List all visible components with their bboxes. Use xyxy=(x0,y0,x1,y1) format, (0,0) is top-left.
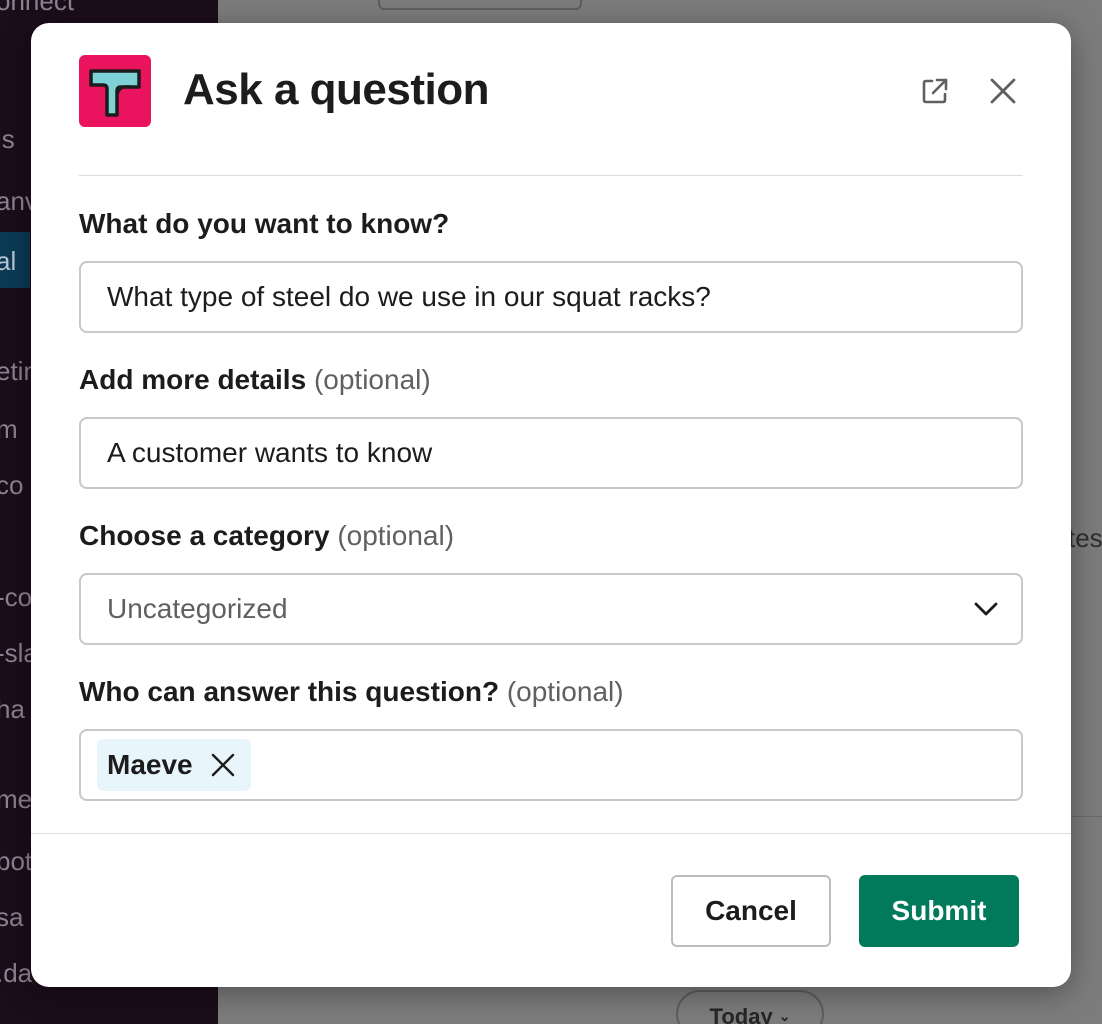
background-sidebar-text: i xyxy=(0,1006,2,1024)
question-label: What do you want to know? xyxy=(79,208,449,240)
background-sidebar-text: onnect xyxy=(0,0,75,16)
tettra-logo-icon xyxy=(79,55,151,127)
close-icon xyxy=(990,78,1016,104)
submit-button[interactable]: Submit xyxy=(859,875,1019,947)
background-date-pill: Today ⌄ xyxy=(676,990,824,1024)
chevron-down-icon xyxy=(974,602,998,616)
background-sidebar-text: bot xyxy=(0,846,33,876)
details-label: Add more details (optional) xyxy=(79,364,431,396)
background-top-pill xyxy=(378,0,582,10)
question-label-text: What do you want to know? xyxy=(79,208,450,239)
close-button[interactable] xyxy=(981,69,1025,113)
remove-chip-button[interactable] xyxy=(207,749,239,781)
answerers-label-text: Who can answer this question? xyxy=(79,676,500,707)
chip-label: Maeve xyxy=(107,749,193,780)
answerers-optional-text: (optional) xyxy=(506,676,624,707)
answerers-multiselect[interactable]: Maeve xyxy=(79,729,1023,801)
background-sidebar-text: co xyxy=(0,470,24,500)
background-sidebar-text: al xyxy=(0,246,17,276)
background-sidebar-text: m xyxy=(0,414,18,444)
header-divider xyxy=(79,175,1023,176)
question-input[interactable] xyxy=(79,261,1023,333)
category-label-text: Choose a category xyxy=(79,520,330,551)
ask-question-modal: Ask a question What do you want to know?… xyxy=(31,23,1071,987)
background-sidebar-text: ls xyxy=(0,124,15,154)
details-optional-text: (optional) xyxy=(313,364,431,395)
details-input[interactable] xyxy=(79,417,1023,489)
details-label-text: Add more details xyxy=(79,364,307,395)
footer-divider xyxy=(31,833,1071,834)
category-optional-text: (optional) xyxy=(337,520,455,551)
external-link-icon xyxy=(922,78,948,104)
date-pill-label: Today xyxy=(709,1004,773,1024)
modal-header: Ask a question xyxy=(31,23,1071,175)
answerers-label: Who can answer this question? (optional) xyxy=(79,676,624,708)
category-selected-value: Uncategorized xyxy=(107,593,288,624)
chevron-down-icon: ⌄ xyxy=(778,1008,791,1024)
open-external-button[interactable] xyxy=(913,69,957,113)
cancel-button[interactable]: Cancel xyxy=(671,875,831,947)
category-label: Choose a category (optional) xyxy=(79,520,454,552)
background-main-text: tes xyxy=(1068,523,1102,553)
background-sidebar-text: .da xyxy=(0,958,33,988)
background-sidebar-text: sa xyxy=(0,902,24,932)
background-divider xyxy=(1068,816,1102,817)
background-sidebar-text: ha xyxy=(0,694,25,724)
background-sidebar-text: -co xyxy=(0,582,33,612)
category-select[interactable]: Uncategorized xyxy=(79,573,1023,645)
remove-icon xyxy=(211,753,234,777)
selected-user-chip: Maeve xyxy=(97,739,251,791)
modal-title: Ask a question xyxy=(183,65,489,114)
